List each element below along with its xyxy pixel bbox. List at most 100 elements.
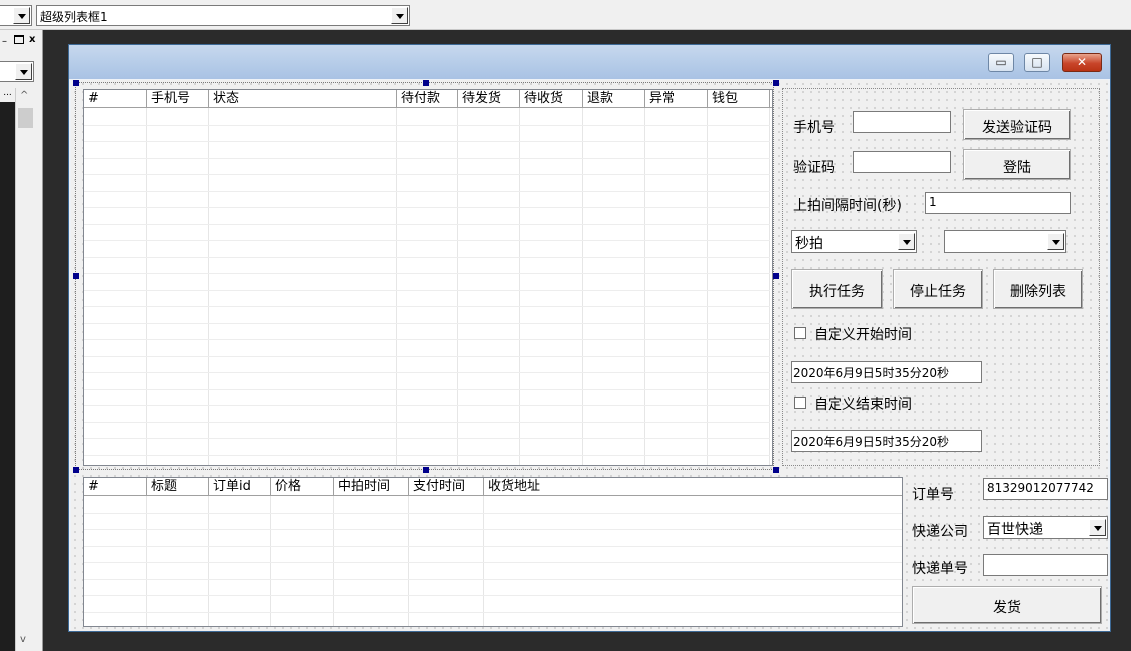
grid-line (208, 108, 209, 465)
designer-toolbar: 超级列表框1 (0, 0, 1131, 30)
grid-line (457, 108, 458, 465)
column-header[interactable]: 价格 (271, 478, 334, 496)
column-header[interactable]: 标题 (147, 478, 209, 496)
login-button[interactable]: 登陆 (963, 149, 1071, 180)
column-header[interactable]: 异常 (645, 90, 708, 108)
delete-list-button[interactable]: 删除列表 (993, 269, 1083, 309)
table-row (84, 454, 770, 456)
grid-line (146, 108, 147, 465)
table-row (84, 388, 770, 390)
column-header[interactable]: 订单id (209, 478, 271, 496)
chevron-down-icon[interactable] (898, 233, 915, 250)
courier-select[interactable]: 百世快递 (983, 516, 1108, 539)
grid-line (519, 108, 520, 465)
tracking-label: 快递单号 (912, 561, 968, 577)
scroll-thumb[interactable] (18, 108, 33, 128)
scroll-down-icon[interactable]: v (20, 634, 26, 645)
column-header[interactable]: 状态 (209, 90, 397, 108)
column-header[interactable]: 中拍时间 (334, 478, 409, 496)
order-no-input[interactable]: 81329012077742 (983, 478, 1108, 500)
column-header[interactable]: # (84, 90, 147, 108)
scroll-up-icon[interactable]: ^ (20, 90, 28, 101)
property-object-dropdown[interactable] (0, 61, 34, 82)
code-input[interactable] (853, 151, 951, 173)
header-divider (84, 107, 772, 108)
table-row (84, 174, 770, 175)
more-button[interactable]: ... (0, 88, 15, 102)
courier-label: 快递公司 (912, 524, 968, 540)
secondary-select[interactable] (944, 230, 1066, 253)
resize-handle[interactable] (73, 80, 79, 86)
table-row (84, 595, 902, 596)
stop-task-button[interactable]: 停止任务 (893, 269, 983, 309)
property-grid: ... (0, 88, 15, 651)
property-scrollbar[interactable]: ^ v (15, 88, 35, 651)
object-type-dropdown[interactable] (0, 5, 32, 26)
maximize-button[interactable]: □ (1024, 53, 1050, 72)
column-header[interactable]: 待收货 (520, 90, 583, 108)
control-selector-dropdown[interactable]: 超级列表框1 (36, 5, 410, 26)
column-header[interactable]: 钱包 (708, 90, 770, 108)
chevron-down-icon[interactable] (1089, 519, 1106, 536)
resize-handle[interactable] (423, 80, 429, 86)
run-task-button[interactable]: 执行任务 (791, 269, 883, 309)
table-row (84, 322, 770, 324)
end-time-field[interactable]: 2020年6月9日5时35分20秒 (791, 430, 982, 452)
table-row (84, 611, 902, 613)
grid-line (396, 108, 397, 465)
resize-handle[interactable] (773, 80, 779, 86)
table-row (84, 289, 770, 291)
custom-start-checkbox[interactable] (794, 327, 806, 339)
custom-end-label: 自定义结束时间 (814, 397, 912, 413)
custom-end-checkbox[interactable] (794, 397, 806, 409)
start-time-field[interactable]: 2020年6月9日5时35分20秒 (791, 361, 982, 383)
tracking-input[interactable] (983, 554, 1108, 576)
resize-handle[interactable] (423, 467, 429, 473)
chevron-down-icon[interactable] (13, 7, 30, 24)
resize-handle[interactable] (773, 273, 779, 279)
resize-handle[interactable] (773, 467, 779, 473)
resize-handle[interactable] (73, 467, 79, 473)
phone-label: 手机号 (793, 120, 835, 136)
interval-input[interactable]: 1 (925, 192, 1071, 214)
dock-maximize-icon[interactable] (14, 35, 24, 44)
table-row (84, 529, 902, 530)
code-label: 验证码 (793, 160, 835, 176)
accounts-list[interactable]: # 手机号 状态 待付款 待发货 待收货 退款 异常 钱包 (83, 89, 773, 466)
chevron-down-icon[interactable] (15, 63, 32, 80)
chevron-down-icon[interactable] (1047, 233, 1064, 250)
grid-line (902, 496, 903, 626)
table-row (84, 355, 770, 357)
phone-input[interactable] (853, 111, 951, 133)
orders-list[interactable]: # 标题 订单id 价格 中拍时间 支付时间 收货地址 (83, 477, 903, 627)
window-titlebar[interactable]: ▭ □ ✕ (69, 45, 1110, 79)
column-header[interactable]: 收货地址 (484, 478, 902, 496)
grid-line (769, 108, 770, 465)
control-selector-value: 超级列表框1 (40, 10, 108, 24)
grid-line (644, 108, 645, 465)
column-header[interactable]: 手机号 (147, 90, 209, 108)
table-row (84, 545, 902, 547)
resize-handle[interactable] (73, 273, 79, 279)
grid-line (270, 496, 271, 626)
table-row (84, 190, 770, 192)
ship-button[interactable]: 发货 (912, 586, 1102, 624)
mode-select[interactable]: 秒拍 (791, 230, 917, 253)
close-button[interactable]: ✕ (1062, 53, 1102, 72)
maximize-icon: □ (1031, 55, 1043, 69)
column-header[interactable]: 待付款 (397, 90, 458, 108)
chevron-down-icon[interactable] (391, 7, 408, 24)
table-row (84, 372, 770, 373)
dock-dash-icon[interactable]: – (2, 36, 7, 47)
column-header[interactable]: 退款 (583, 90, 645, 108)
interval-label: 上拍间隔时间(秒) (793, 198, 902, 214)
column-header[interactable]: # (84, 478, 147, 496)
column-header[interactable]: 待发货 (458, 90, 520, 108)
table-row (84, 273, 770, 274)
table-row (84, 438, 770, 439)
table-row (84, 512, 902, 514)
dock-close-icon[interactable]: x (29, 34, 35, 45)
column-header[interactable]: 支付时间 (409, 478, 484, 496)
minimize-button[interactable]: ▭ (988, 53, 1014, 72)
send-code-button[interactable]: 发送验证码 (963, 109, 1071, 140)
